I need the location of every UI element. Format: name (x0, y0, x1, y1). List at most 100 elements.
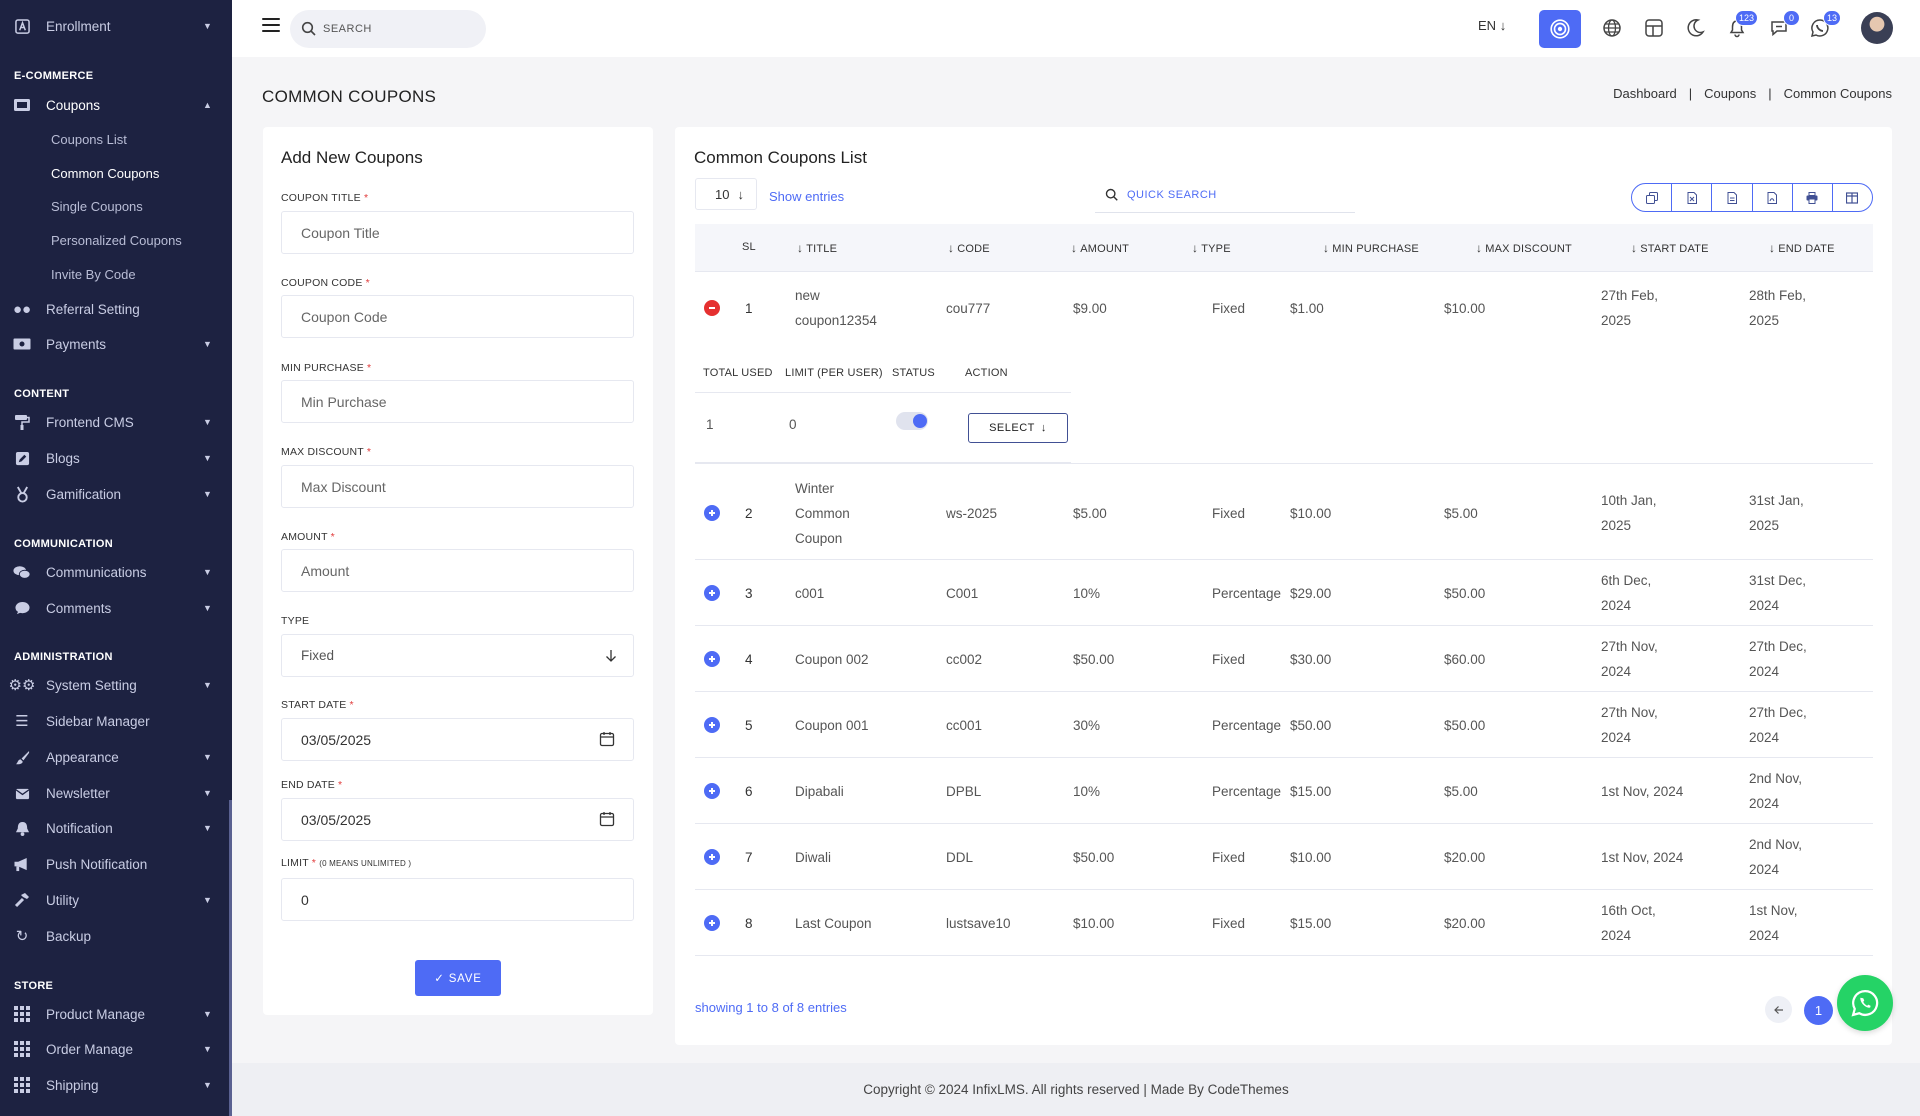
column-header-sl[interactable]: SL (742, 241, 756, 253)
previous-page-button[interactable] (1765, 996, 1792, 1023)
column-header-amount[interactable]: ↓ AMOUNT (1071, 241, 1129, 255)
sidebar-sub-personalized-coupons[interactable]: Personalized Coupons (51, 233, 182, 248)
cell-code: cc001 (946, 717, 983, 733)
sidebar-item-product-manage[interactable]: Product Manage ▼ (0, 999, 232, 1029)
expand-row-icon[interactable] (704, 849, 720, 865)
expand-row-icon[interactable] (704, 717, 720, 733)
search-input[interactable] (323, 23, 473, 35)
sidebar-sub-common-coupons[interactable]: Common Coupons (51, 166, 159, 181)
cell-max-discount: $50.00 (1444, 585, 1486, 601)
sidebar-item-coupons[interactable]: Coupons ▲ (0, 90, 232, 120)
bell-icon[interactable]: 123 (1723, 10, 1758, 42)
column-header-type[interactable]: ↓ TYPE (1192, 241, 1231, 255)
start-date-input[interactable]: 03/05/2025 (281, 718, 634, 761)
column-header-start-date[interactable]: ↓ START DATE (1631, 241, 1709, 255)
comments-icon (13, 563, 31, 581)
quick-search-box[interactable] (1095, 177, 1355, 213)
coupon-code-input[interactable] (281, 295, 634, 338)
file-pdf-icon (1767, 191, 1778, 204)
end-date-input[interactable]: 03/05/2025 (281, 798, 634, 841)
expand-row-icon[interactable] (704, 505, 720, 521)
quick-search-input[interactable] (1127, 188, 1327, 201)
csv-button[interactable] (1712, 184, 1753, 211)
column-header-title[interactable]: ↓ TITLE (797, 241, 837, 255)
sidebar-item-newsletter[interactable]: Newsletter ▼ (0, 778, 232, 808)
globe-icon[interactable] (1598, 14, 1626, 42)
sidebar-item-order-manage[interactable]: Order Manage ▼ (0, 1034, 232, 1064)
expand-row-icon[interactable] (704, 651, 720, 667)
sidebar-item-utility[interactable]: Utility ▼ (0, 885, 232, 915)
limit-input[interactable] (281, 878, 634, 921)
avatar[interactable] (1861, 12, 1893, 44)
sidebar-item-appearance[interactable]: Appearance ▼ (0, 742, 232, 772)
columns-button[interactable] (1833, 184, 1872, 211)
whatsapp-chat-button[interactable] (1837, 975, 1893, 1031)
excel-button[interactable] (1672, 184, 1713, 211)
action-select-button[interactable]: SELECT ↓ (968, 413, 1068, 443)
whatsapp-icon[interactable]: 13 (1806, 10, 1841, 42)
calendar-icon[interactable] (599, 811, 615, 827)
sidebar-sub-coupons-list[interactable]: Coupons List (51, 132, 127, 147)
type-selected-value: Fixed (301, 648, 335, 663)
min-purchase-input[interactable] (281, 380, 634, 423)
calendar-icon[interactable] (599, 731, 615, 747)
coupon-title-input[interactable] (281, 211, 634, 254)
copy-button[interactable] (1632, 184, 1673, 211)
pdf-button[interactable] (1753, 184, 1793, 211)
sidebar-item-gamification[interactable]: Gamification ▼ (0, 479, 232, 509)
expand-row-icon[interactable] (704, 585, 720, 601)
max-discount-input[interactable] (281, 465, 634, 508)
chat-icon[interactable]: 0 (1765, 10, 1800, 42)
column-header-max-discount[interactable]: ↓ MAX DISCOUNT (1476, 241, 1572, 255)
sidebar-item-sidebar-manager[interactable]: ☰ Sidebar Manager (0, 706, 232, 736)
sidebar-item-enrollment[interactable]: Enrollment ▼ (0, 11, 232, 41)
cell-code: C001 (946, 585, 979, 601)
sidebar-item-communications[interactable]: Communications ▼ (0, 557, 232, 587)
search-box[interactable] (290, 10, 486, 48)
sidebar-item-comments[interactable]: Comments ▼ (0, 593, 232, 623)
chevron-down-icon: ▼ (203, 21, 212, 31)
sidebar-item-frontend-cms[interactable]: Frontend CMS ▼ (0, 407, 232, 437)
breadcrumb-coupons[interactable]: Coupons (1704, 86, 1756, 101)
breadcrumb-dashboard[interactable]: Dashboard (1613, 86, 1677, 101)
table-row: 4 Coupon 002 cc002 $50.00 Fixed $30.00 $60.00 2… (695, 626, 1873, 692)
cell-min-purchase: $10.00 (1290, 505, 1332, 521)
entries-select[interactable]: 10 ↓ (695, 178, 757, 210)
sidebar-item-label: Utility (46, 892, 79, 908)
sidebar-item-push-notification[interactable]: Push Notification (0, 849, 232, 879)
cell-sl: 5 (745, 717, 753, 733)
language-selector[interactable]: EN ↓ (1478, 18, 1506, 33)
column-header-min-purchase[interactable]: ↓ MIN PURCHASE (1323, 241, 1419, 255)
sidebar-item-label: Backup (46, 928, 92, 944)
limit-per-user-value: 0 (789, 417, 797, 432)
sidebar-item-referral[interactable]: ●● Referral Setting (0, 294, 232, 324)
amount-input[interactable] (281, 549, 634, 592)
column-header-end-date[interactable]: ↓ END DATE (1769, 241, 1835, 255)
column-header-code[interactable]: ↓ CODE (948, 241, 990, 255)
sidebar-item-payments[interactable]: Payments ▼ (0, 329, 232, 359)
type-select[interactable]: Fixed (281, 634, 634, 677)
sidebar-sub-invite-by-code[interactable]: Invite By Code (51, 267, 136, 282)
print-button[interactable] (1793, 184, 1833, 211)
collapse-row-icon[interactable] (704, 300, 720, 316)
sidebar-item-shipping[interactable]: Shipping ▼ (0, 1070, 232, 1100)
moon-icon[interactable] (1681, 14, 1709, 42)
page-number-button[interactable]: 1 (1804, 996, 1833, 1025)
sidebar-item-notification[interactable]: Notification ▼ (0, 813, 232, 843)
cell-title: Coupon 001 (795, 717, 869, 733)
breadcrumb: Dashboard | Coupons | Common Coupons (1613, 86, 1892, 101)
sidebar-item-backup[interactable]: ↻ Backup (0, 921, 232, 951)
menu-icon[interactable] (262, 18, 280, 32)
section-content: CONTENT (14, 388, 70, 400)
expand-row-icon[interactable] (704, 783, 720, 799)
status-toggle[interactable] (896, 412, 928, 430)
top-header: EN ↓ 123 0 13 (232, 0, 1920, 57)
save-button[interactable]: ✓ SAVE (415, 960, 501, 996)
sidebar-item-system-setting[interactable]: ⚙⚙ System Setting ▼ (0, 670, 232, 700)
sidebar-sub-single-coupons[interactable]: Single Coupons (51, 199, 143, 214)
expand-row-icon[interactable] (704, 915, 720, 931)
layout-icon[interactable] (1640, 14, 1668, 42)
dashboard-icon-button[interactable] (1539, 10, 1581, 48)
sidebar-item-blogs[interactable]: Blogs ▼ (0, 443, 232, 473)
chevron-down-icon: ▼ (203, 895, 212, 905)
